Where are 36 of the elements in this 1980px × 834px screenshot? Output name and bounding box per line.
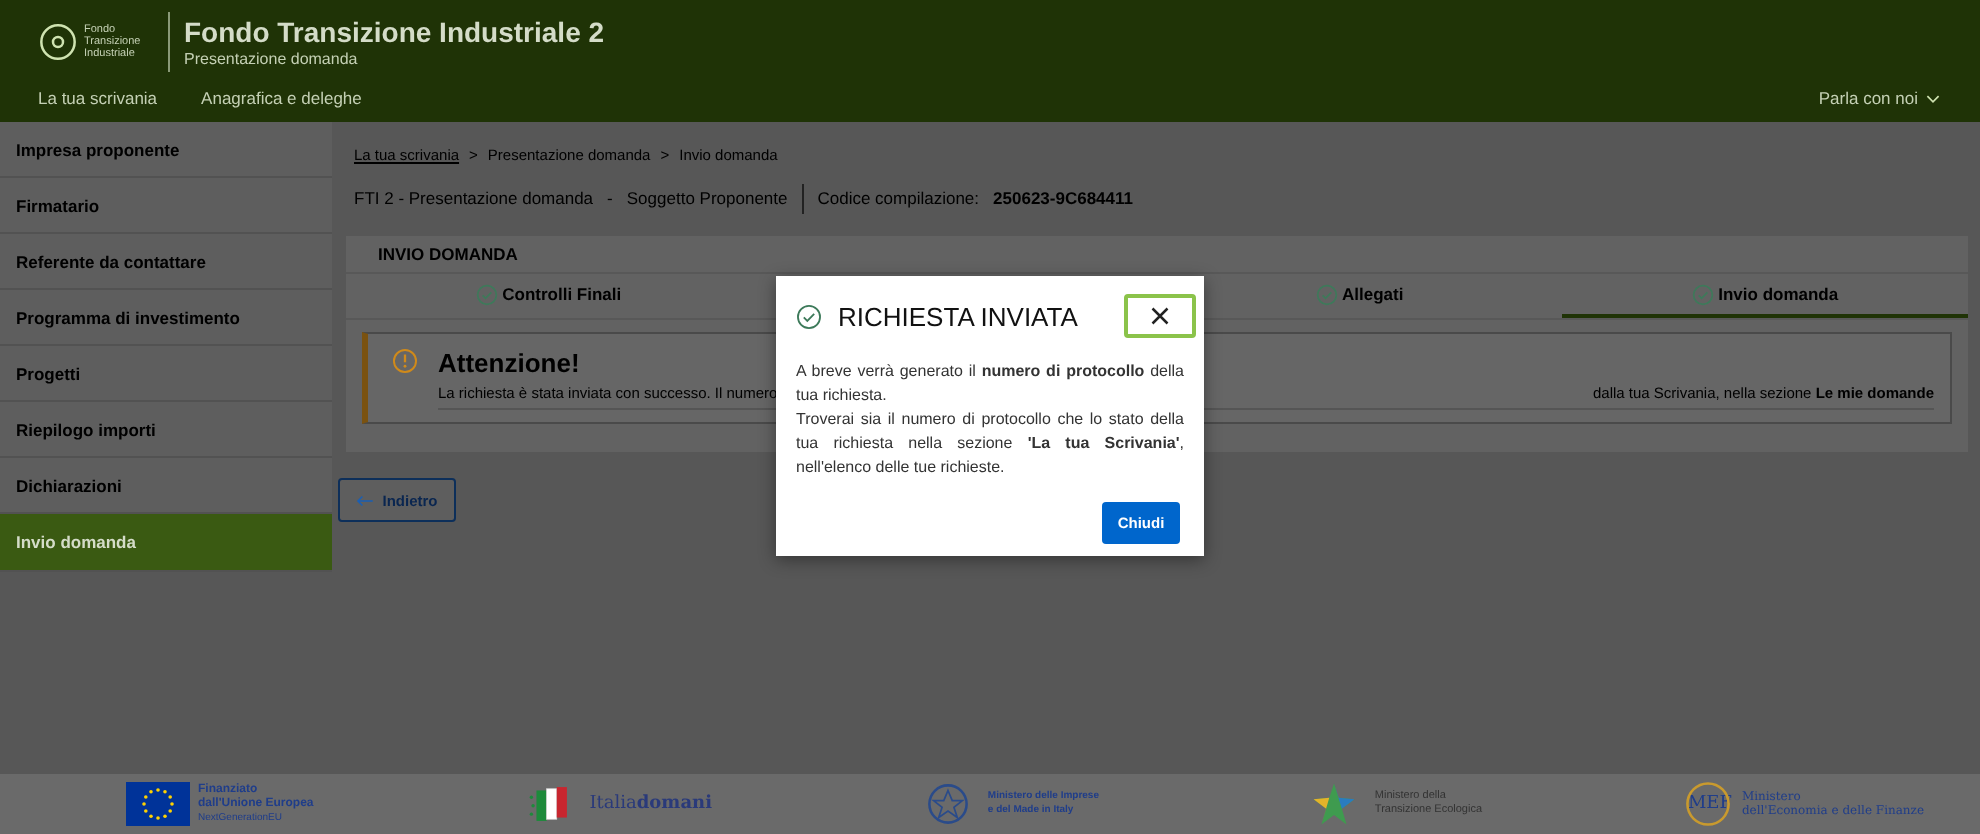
separator-text: - bbox=[607, 188, 613, 208]
warning-icon bbox=[392, 348, 418, 374]
dialog-text: Troverai sia il numero di protocollo che lo stato della tua richiesta nella sezione 'La tua Scrivania', nell'elenco delle tue richieste. bbox=[796, 408, 1184, 480]
check-circle-icon bbox=[796, 303, 822, 329]
sidebar-item[interactable]: Progetti bbox=[0, 346, 332, 402]
logo-text: Italiadomani bbox=[589, 797, 712, 811]
card-title: INVIO DOMANDA bbox=[376, 242, 520, 268]
sidebar-item[interactable]: Referente da contattare bbox=[0, 234, 332, 290]
close-button[interactable] bbox=[1124, 294, 1196, 338]
arrow-left-icon bbox=[356, 493, 375, 507]
contact-link[interactable]: Parla con noi bbox=[1818, 88, 1940, 108]
tab[interactable]: Invio domanda bbox=[1562, 274, 1968, 318]
application-name: FTI 2 - Presentazione domanda bbox=[354, 188, 594, 208]
app-title: Fondo Transizione Industriale 2 bbox=[184, 15, 605, 49]
close-icon bbox=[1150, 306, 1170, 326]
caret-icon bbox=[1926, 93, 1940, 103]
dialog-text: A breve verrà generato il numero di protocollo della tua richiesta. bbox=[796, 360, 1184, 408]
code-value: 250623-9C684411 bbox=[993, 188, 1133, 208]
sidebar-item[interactable]: Impresa proponente bbox=[0, 122, 332, 178]
nav-link[interactable]: Anagrafica e deleghe bbox=[201, 88, 362, 108]
sidebar-item[interactable]: Riepilogo importi bbox=[0, 402, 332, 458]
app-subtitle: Presentazione domanda bbox=[184, 49, 360, 69]
tab[interactable]: Controlli Finali bbox=[346, 274, 752, 318]
code-label: Codice compilazione: bbox=[817, 188, 980, 208]
section-name: Soggetto Proponente bbox=[626, 188, 788, 208]
sidebar-item[interactable]: Programma di investimento bbox=[0, 290, 332, 346]
eu-flag-icon bbox=[126, 782, 190, 826]
tab[interactable]: Allegati bbox=[1157, 274, 1563, 318]
nav-link[interactable]: La tua scrivania bbox=[38, 88, 158, 108]
check-circle-icon bbox=[1316, 283, 1339, 305]
check-circle-icon bbox=[1692, 283, 1715, 305]
alert-title: Attenzione! bbox=[438, 348, 580, 378]
sidebar-item[interactable]: Firmatario bbox=[0, 178, 332, 234]
check-circle-icon bbox=[476, 283, 499, 305]
sidebar-item[interactable]: Invio domanda bbox=[0, 514, 332, 572]
dialog-title: RICHIESTA INVIATA bbox=[838, 301, 1080, 331]
